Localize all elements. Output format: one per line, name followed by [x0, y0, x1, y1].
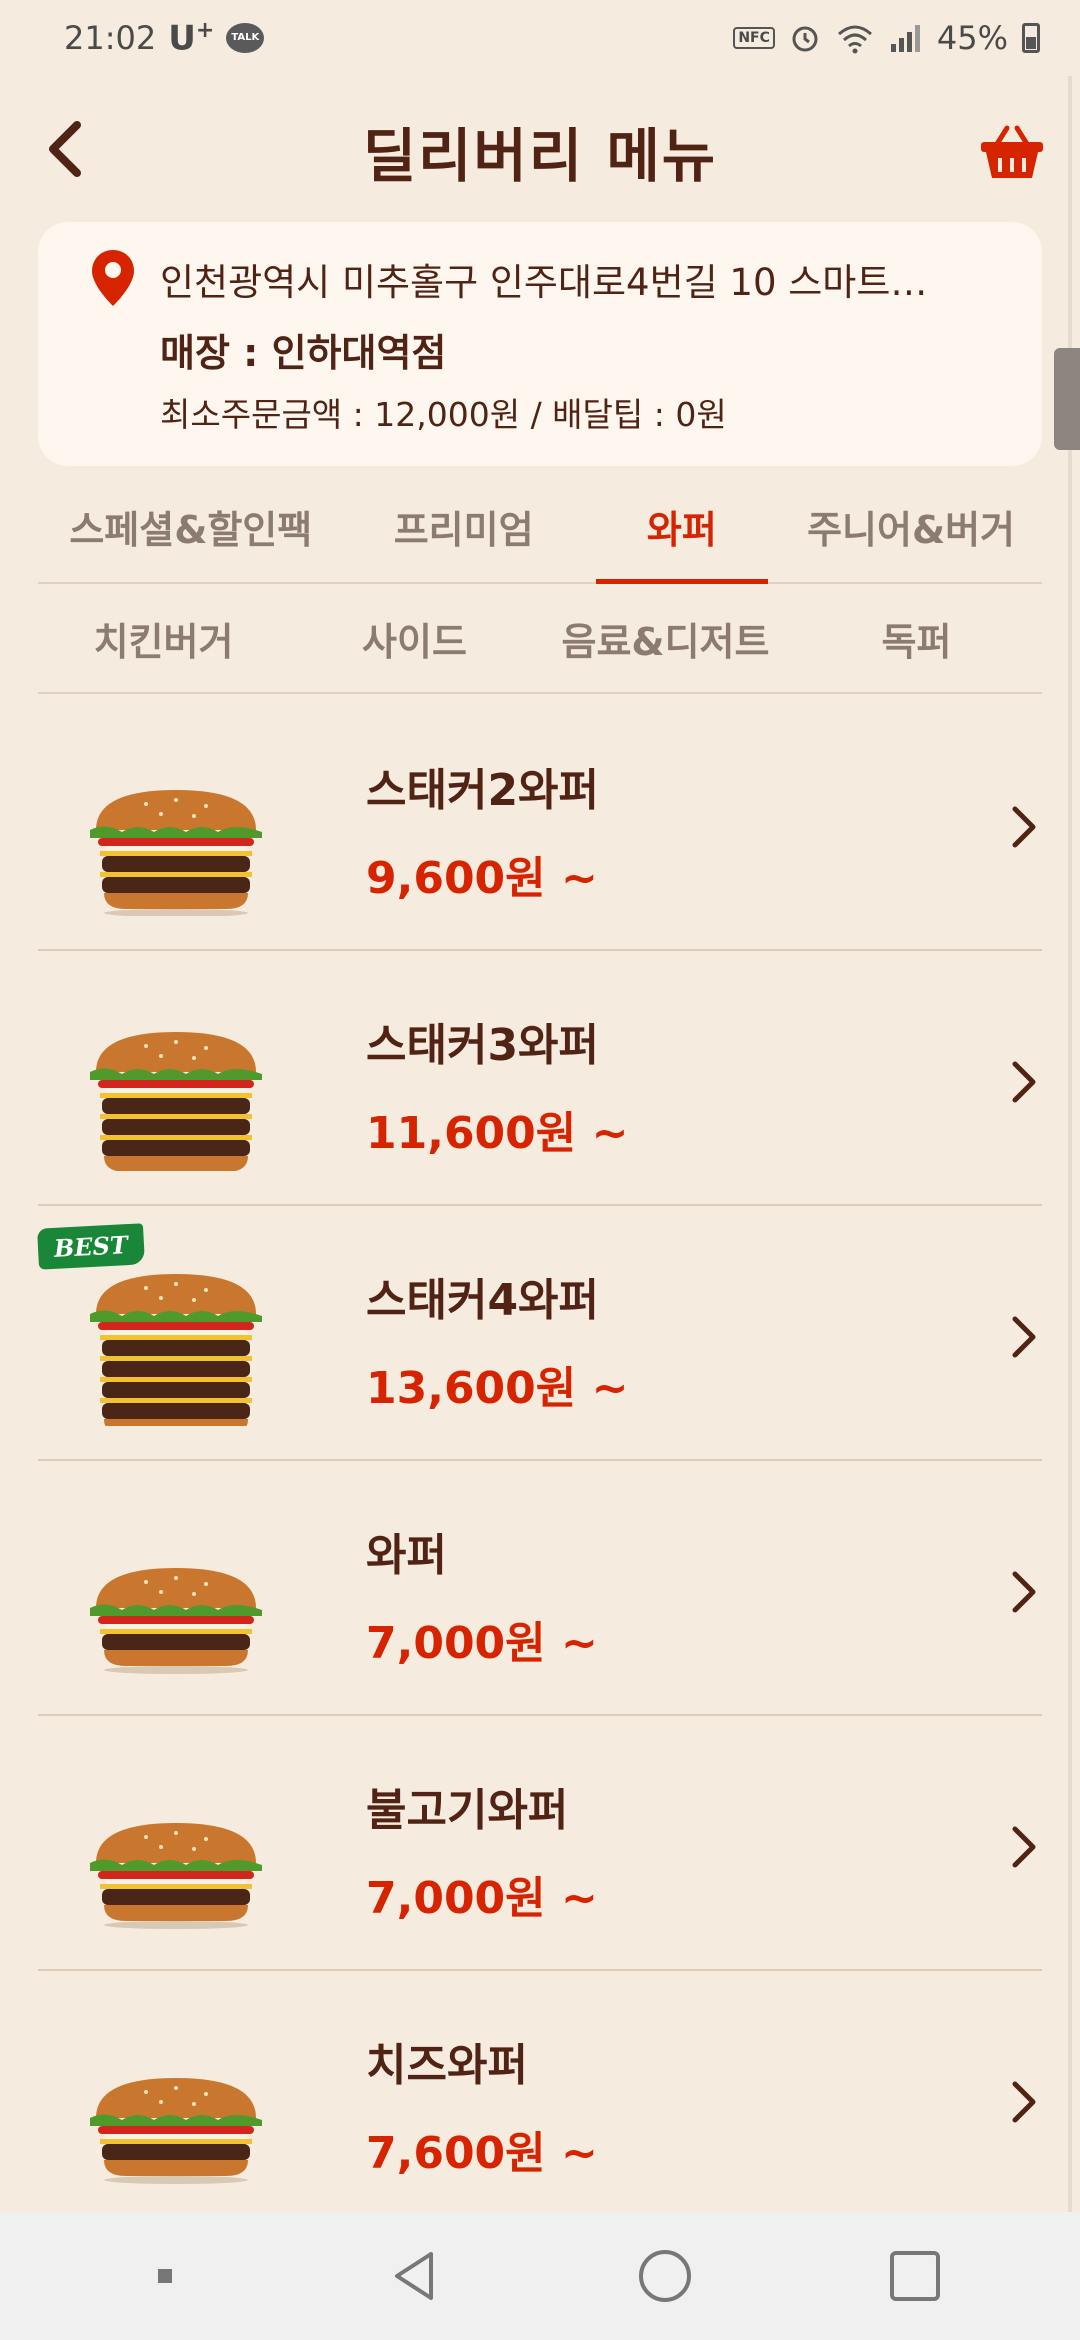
menu-item[interactable]: 치즈와퍼 7,600원 ~ [38, 1971, 1042, 2226]
battery-percent: 45% [936, 19, 1008, 57]
signal-icon [890, 25, 920, 52]
menu-item[interactable]: 와퍼 7,000원 ~ [38, 1461, 1042, 1716]
talk-icon: TALK [226, 22, 265, 53]
chevron-right-icon [1012, 806, 1036, 848]
menu-item-price: 7,000원 ~ [366, 1873, 598, 1924]
burger-image [90, 1274, 262, 1426]
tab-special-discount[interactable]: 스페셜&할인팩 [38, 470, 344, 582]
tab-junior-burger[interactable]: 주니어&버거 [780, 470, 1042, 582]
status-left: 21:02 U+ TALK [64, 18, 265, 58]
menu-item-price: 9,600원 ~ [366, 853, 598, 904]
carrier-sup: + [195, 17, 215, 43]
status-right: NFC 45% [733, 19, 1040, 57]
cart-button[interactable] [974, 114, 1050, 190]
menu-item[interactable]: 스태커3와퍼 11,600원 ~ [38, 951, 1042, 1206]
alarm-icon [792, 26, 818, 52]
burger-image [90, 1032, 262, 1171]
location-pin-icon [92, 250, 134, 306]
category-tabs-row2: 치킨버거 사이드 음료&디저트 독퍼 [38, 584, 1042, 694]
menu-item-name: 와퍼 [366, 1530, 447, 1581]
burger-image [90, 2078, 262, 2184]
back-nav-button[interactable] [375, 2236, 455, 2316]
recent-apps-dot-button[interactable] [125, 2236, 205, 2316]
carrier-name: U [168, 18, 196, 59]
tab-dogper[interactable]: 독퍼 [791, 584, 1042, 692]
tab-whopper[interactable]: 와퍼 [584, 470, 780, 584]
chevron-right-icon [1012, 1316, 1036, 1358]
tab-drink-dessert[interactable]: 음료&디저트 [540, 584, 791, 692]
delivery-address: 인천광역시 미추홀구 인주대로4번길 10 스마트… [160, 261, 928, 304]
basket-icon [981, 125, 1043, 178]
min-order-info: 최소주문금액 : 12,000원 / 배달팁 : 0원 [160, 395, 727, 434]
status-bar: 21:02 U+ TALK NFC 45% [0, 0, 1080, 76]
tab-chicken-burger[interactable]: 치킨버거 [38, 584, 289, 692]
burger-image [90, 1823, 262, 1929]
triangle-back-icon [395, 2252, 433, 2300]
carrier-label: U+ [168, 18, 214, 58]
menu-item-price: 7,600원 ~ [366, 2128, 598, 2179]
battery-icon [1022, 23, 1040, 53]
chevron-right-icon [1012, 1061, 1036, 1103]
menu-item-price: 7,000원 ~ [366, 1618, 598, 1669]
chevron-right-icon [1012, 2081, 1036, 2123]
best-badge: BEST [36, 1223, 145, 1270]
tab-side[interactable]: 사이드 [289, 584, 540, 692]
system-nav-bar [0, 2212, 1080, 2340]
address-card[interactable]: 인천광역시 미추홀구 인주대로4번길 10 스마트… 매장 : 인하대역점 최소… [38, 222, 1042, 466]
menu-item[interactable]: BEST 스태커4와퍼 13,600원 ~ [36, 1206, 1042, 1461]
nfc-icon: NFC [733, 27, 775, 49]
status-time: 21:02 [64, 18, 157, 57]
wifi-icon [837, 25, 872, 54]
app-header: 딜리버리 메뉴 [0, 96, 1080, 206]
square-recents-icon [890, 2251, 940, 2301]
chevron-left-icon [49, 121, 81, 177]
page-title: 딜리버리 메뉴 [362, 122, 718, 190]
menu-item[interactable]: 불고기와퍼 7,000원 ~ [38, 1716, 1042, 1971]
menu-item-price: 13,600원 ~ [366, 1363, 629, 1414]
menu-item-name: 불고기와퍼 [366, 1785, 569, 1836]
menu-item[interactable]: 스태커2와퍼 9,600원 ~ [38, 696, 1042, 951]
scrollbar-thumb[interactable] [1054, 348, 1080, 450]
home-nav-button[interactable] [625, 2236, 705, 2316]
menu-item-name: 치즈와퍼 [366, 2040, 528, 2091]
back-button[interactable] [30, 114, 100, 184]
store-name: 매장 : 인하대역점 [160, 331, 447, 375]
recents-nav-button[interactable] [875, 2236, 955, 2316]
menu-item-name: 스태커3와퍼 [366, 1020, 600, 1071]
menu-item-name: 스태커4와퍼 [366, 1275, 600, 1326]
burger-image [90, 1568, 262, 1674]
tab-premium[interactable]: 프리미엄 [344, 470, 584, 582]
square-dot-icon [158, 2269, 172, 2283]
category-tabs-row1: 스페셜&할인팩 프리미엄 와퍼 주니어&버거 [38, 470, 1042, 584]
burger-image [90, 790, 262, 916]
menu-item-price: 11,600원 ~ [366, 1108, 629, 1159]
chevron-right-icon [1012, 1826, 1036, 1868]
chevron-right-icon [1012, 1571, 1036, 1613]
menu-list: 스태커2와퍼 9,600원 ~ 스태커3와퍼 11,600원 ~ BEST 스태커4와퍼 1… [36, 696, 1042, 2226]
circle-home-icon [639, 2250, 691, 2302]
menu-item-name: 스태커2와퍼 [366, 765, 600, 816]
